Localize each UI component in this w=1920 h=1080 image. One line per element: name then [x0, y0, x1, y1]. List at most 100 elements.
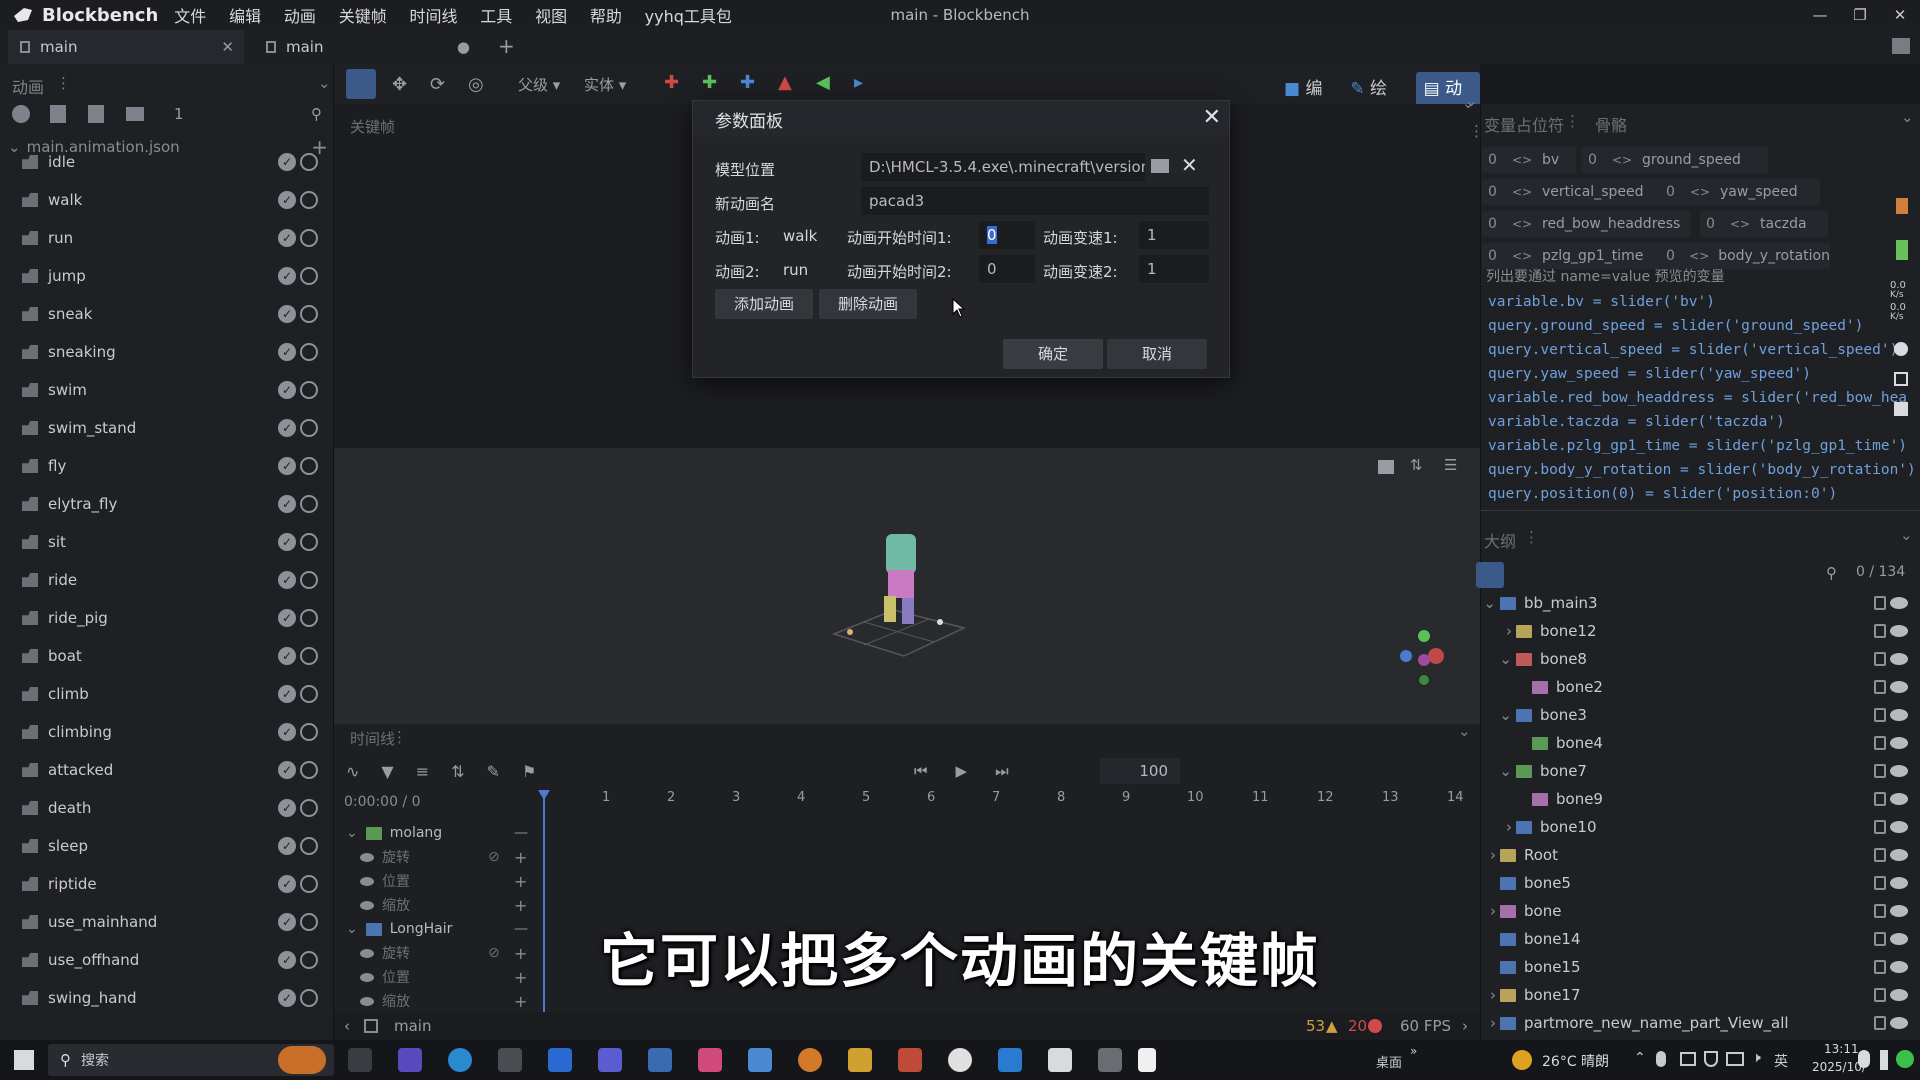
- flip-y-icon[interactable]: ◀: [816, 72, 830, 93]
- panel-menu-icon[interactable]: ⋮: [392, 728, 407, 746]
- check-icon[interactable]: ✓: [278, 267, 296, 285]
- loop-toggle-icon[interactable]: [300, 875, 318, 893]
- animation-item[interactable]: run ✓: [0, 219, 334, 257]
- menu-timeline[interactable]: 时间线: [409, 7, 457, 26]
- collapse-icon[interactable]: ⌄: [1465, 92, 1478, 110]
- loop-toggle-icon[interactable]: [300, 229, 318, 247]
- save-icon[interactable]: [88, 105, 104, 123]
- add-keyframe-icon[interactable]: +: [514, 848, 527, 867]
- loop-toggle-icon[interactable]: [300, 723, 318, 741]
- app-icon[interactable]: [598, 1048, 622, 1072]
- check-icon[interactable]: ✓: [278, 495, 296, 513]
- sort-icon[interactable]: ⇅: [451, 762, 464, 781]
- menu-view[interactable]: 视图: [535, 7, 567, 26]
- entity-dropdown[interactable]: 实体 ▾: [584, 74, 626, 95]
- check-icon[interactable]: ✓: [278, 457, 296, 475]
- check-icon[interactable]: ✓: [278, 343, 296, 361]
- collapse-icon[interactable]: ⌄: [1458, 722, 1471, 740]
- eye-icon[interactable]: [360, 876, 374, 886]
- check-icon[interactable]: ✓: [278, 305, 296, 323]
- track-channel[interactable]: 位置 +: [334, 870, 554, 892]
- flip-z-icon[interactable]: ▸: [854, 72, 863, 93]
- new-anim-input[interactable]: pacad3: [861, 187, 1209, 215]
- zoom-input[interactable]: 100: [1100, 758, 1180, 784]
- close-window-icon[interactable]: ✕: [1880, 0, 1920, 30]
- expand-icon[interactable]: ⌄: [346, 825, 358, 841]
- errors-count[interactable]: 20: [1348, 1017, 1367, 1035]
- warnings-count[interactable]: 53: [1306, 1017, 1325, 1035]
- tray-app-icon[interactable]: [1680, 1052, 1696, 1066]
- move-tool-icon[interactable]: ✥: [392, 74, 407, 95]
- variable-slider[interactable]: 0 <> red_bow_headdress: [1482, 211, 1690, 237]
- outline-item[interactable]: bone4: [1480, 729, 1920, 757]
- outline-item[interactable]: ⌄ bone3: [1480, 701, 1920, 729]
- loop-toggle-icon[interactable]: [300, 495, 318, 513]
- capture-icon[interactable]: [1894, 402, 1908, 416]
- panel-menu-icon[interactable]: ⋮: [56, 74, 71, 92]
- clear-icon[interactable]: ✕: [1181, 153, 1198, 177]
- check-icon[interactable]: ✓: [278, 723, 296, 741]
- menu-help[interactable]: 帮助: [590, 7, 622, 26]
- visibility-eye-icon[interactable]: [1890, 877, 1908, 889]
- graph-editor-icon[interactable]: ∿: [346, 762, 359, 781]
- check-icon[interactable]: ✓: [278, 647, 296, 665]
- skip-back-icon[interactable]: ⏮: [914, 762, 928, 780]
- variable-slider[interactable]: 0 <> yaw_speed: [1660, 179, 1820, 205]
- variable-slider[interactable]: 0 <> bv: [1482, 147, 1576, 173]
- loop-toggle-icon[interactable]: [300, 685, 318, 703]
- loop-toggle-icon[interactable]: [300, 837, 318, 855]
- keyboard-icon[interactable]: [1880, 1050, 1888, 1070]
- animation-item[interactable]: fly ✓: [0, 447, 334, 485]
- search-icon[interactable]: ⚲: [1826, 564, 1837, 582]
- outline-item[interactable]: › partmore_new_name_part_View_all: [1480, 1009, 1920, 1037]
- visibility-eye-icon[interactable]: [1890, 821, 1908, 833]
- visibility-eye-icon[interactable]: [1890, 625, 1908, 637]
- animation-item[interactable]: jump ✓: [0, 257, 334, 295]
- mic-tray-icon[interactable]: [1858, 1050, 1870, 1068]
- folder-icon[interactable]: [126, 107, 144, 121]
- visibility-eye-icon[interactable]: [1890, 653, 1908, 665]
- check-icon[interactable]: ✓: [278, 875, 296, 893]
- visibility-eye-icon[interactable]: [1890, 1017, 1908, 1029]
- expand-toggle-icon[interactable]: ⌄: [1480, 762, 1516, 780]
- ime-indicator[interactable]: 英: [1774, 1051, 1788, 1071]
- tab-main-2[interactable]: main ●: [254, 30, 490, 64]
- vscode-icon[interactable]: [998, 1048, 1022, 1072]
- outline-item[interactable]: bone2: [1480, 673, 1920, 701]
- restore-icon[interactable]: ❐: [1840, 0, 1880, 30]
- check-icon[interactable]: ✓: [278, 571, 296, 589]
- add-keyframe-icon[interactable]: +: [514, 872, 527, 891]
- outline-item[interactable]: › bone10: [1480, 813, 1920, 841]
- panel-menu-icon[interactable]: ⋮: [1469, 122, 1484, 140]
- menu-icon[interactable]: ☰: [1444, 456, 1457, 474]
- outline-item[interactable]: › bone12: [1480, 617, 1920, 645]
- check-icon[interactable]: ✓: [278, 191, 296, 209]
- screenshot-icon[interactable]: [1378, 460, 1394, 474]
- collapse-icon[interactable]: ⌄: [1900, 526, 1913, 544]
- animation-item[interactable]: swim_stand ✓: [0, 409, 334, 447]
- check-icon[interactable]: ✓: [278, 761, 296, 779]
- blockbench-taskbar-icon[interactable]: [648, 1048, 672, 1072]
- anim1-value[interactable]: walk: [783, 227, 817, 245]
- collapse-icon[interactable]: ⌄: [1901, 108, 1914, 126]
- weather[interactable]: 26°C 晴朗: [1542, 1051, 1609, 1071]
- pivot-tool-icon[interactable]: ◎: [468, 74, 484, 95]
- menu-animation[interactable]: 动画: [284, 7, 316, 26]
- check-icon[interactable]: ✓: [278, 153, 296, 171]
- lock-icon[interactable]: [1874, 848, 1886, 862]
- loop-toggle-icon[interactable]: [300, 267, 318, 285]
- axis-gizmo[interactable]: [1394, 624, 1454, 694]
- variable-slider[interactable]: 0 <> ground_speed: [1582, 147, 1768, 173]
- visibility-eye-icon[interactable]: [1890, 681, 1908, 693]
- check-icon[interactable]: ✓: [278, 229, 296, 247]
- outline-item[interactable]: ⌄ bone7: [1480, 757, 1920, 785]
- lock-icon[interactable]: [1874, 680, 1886, 694]
- outline-item[interactable]: bone9: [1480, 785, 1920, 813]
- loop-toggle-icon[interactable]: [300, 191, 318, 209]
- rotate-tool-icon[interactable]: ⟳: [430, 74, 445, 95]
- animation-item[interactable]: walk ✓: [0, 181, 334, 219]
- lock-icon[interactable]: [1874, 708, 1886, 722]
- loop-toggle-icon[interactable]: [300, 419, 318, 437]
- menu-keyframe[interactable]: 关键帧: [339, 7, 387, 26]
- ide-icon[interactable]: [398, 1048, 422, 1072]
